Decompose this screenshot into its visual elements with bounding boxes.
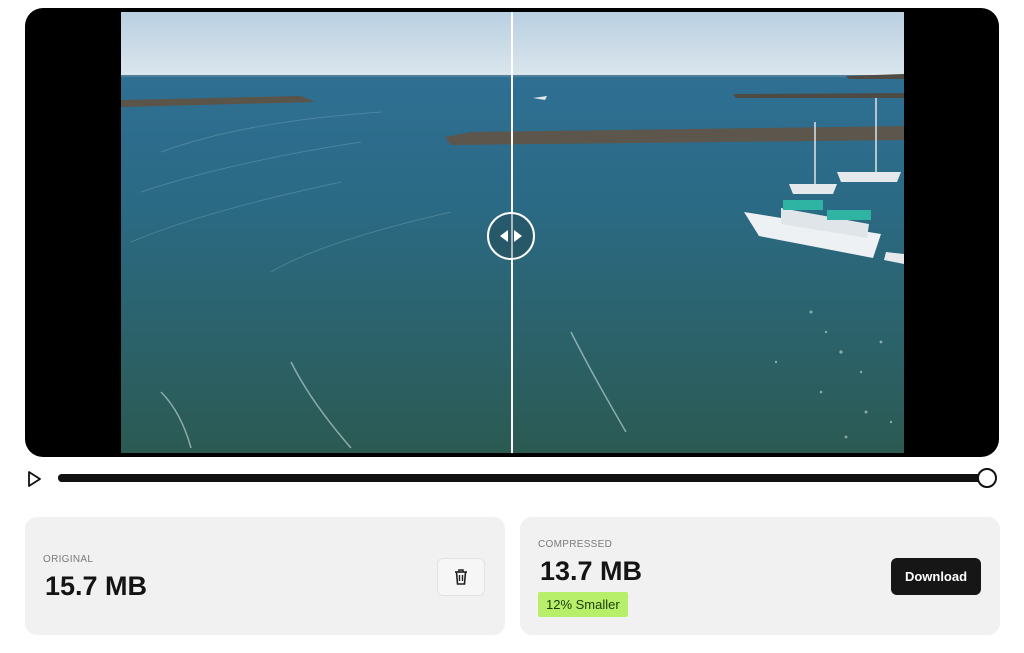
video-frame (121, 12, 904, 453)
download-button[interactable]: Download (891, 558, 981, 595)
comparison-slider-handle[interactable] (487, 212, 535, 260)
timeline-progress (58, 474, 988, 482)
compressed-size: 13.7 MB (540, 556, 643, 586)
video-timeline[interactable] (58, 474, 988, 482)
size-reduction-badge: 12% Smaller (538, 592, 628, 617)
original-card: ORIGINAL 15.7 MB (25, 517, 505, 635)
timeline-scrubber[interactable] (977, 468, 997, 488)
play-icon (28, 471, 41, 487)
trash-icon (455, 569, 467, 585)
left-right-arrows-icon (500, 230, 522, 242)
video-player (25, 8, 999, 457)
original-label: ORIGINAL (43, 554, 94, 565)
compressed-label: COMPRESSED (538, 539, 613, 550)
delete-button[interactable] (437, 558, 485, 596)
compressed-card: COMPRESSED 13.7 MB 12% Smaller Download (520, 517, 1000, 635)
original-size: 15.7 MB (45, 571, 148, 601)
play-button[interactable] (26, 469, 44, 489)
